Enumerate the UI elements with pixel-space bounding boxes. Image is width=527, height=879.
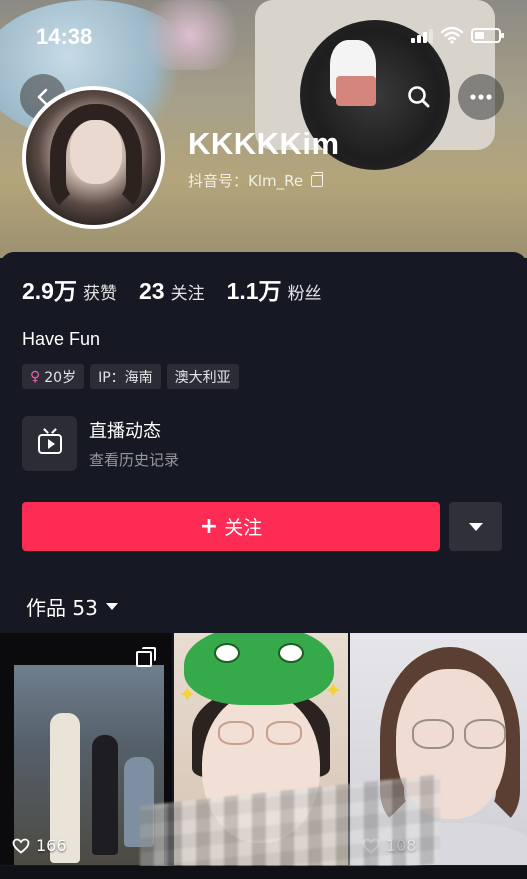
tag-location-text: 澳大利亚 xyxy=(174,369,231,386)
works-label: 作品 53 xyxy=(26,596,98,620)
sparkle-icon: ✦ xyxy=(324,679,343,704)
avatar[interactable] xyxy=(22,86,165,229)
tv-icon xyxy=(37,433,62,454)
caret-down-icon xyxy=(105,603,118,610)
follow-label: 关注 xyxy=(224,517,263,539)
live-subtitle: 查看历史记录 xyxy=(89,451,180,469)
tag-location: 澳大利亚 xyxy=(166,364,239,389)
stat-likes[interactable]: 2.9万 获赞 xyxy=(22,272,117,306)
douyin-id[interactable]: 抖音号：Klm_Re xyxy=(188,170,324,191)
stat-followers-count: 1.1万 xyxy=(226,278,282,304)
douyin-id-text: 抖音号：Klm_Re xyxy=(188,172,304,190)
heart-icon xyxy=(12,838,30,854)
live-title: 直播动态 xyxy=(89,421,161,442)
search-icon xyxy=(408,86,430,108)
sparkle-icon: ✦ xyxy=(178,683,197,708)
stat-following[interactable]: 23 关注 xyxy=(139,278,205,305)
stat-likes-label: 获赞 xyxy=(82,284,117,304)
tag-ip-text: IP：海南 xyxy=(98,369,153,386)
search-button[interactable] xyxy=(396,74,442,120)
stat-followers[interactable]: 1.1万 粉丝 xyxy=(227,272,322,306)
bottom-strip xyxy=(0,866,527,879)
tag-ip: IP：海南 xyxy=(90,364,161,389)
recommend-dropdown-button[interactable] xyxy=(449,502,502,551)
username: KKKKKim xyxy=(188,126,340,161)
video-1-like-count: 166 xyxy=(36,836,67,855)
stat-following-count: 23 xyxy=(138,278,165,304)
background-figurine-base xyxy=(336,76,376,106)
status-time: 14:38 xyxy=(36,24,93,49)
live-history-entry[interactable]: 直播动态 查看历史记录 xyxy=(22,416,179,471)
follow-button[interactable]: + 关注 xyxy=(22,502,440,551)
video-1-likes: 166 xyxy=(12,836,67,855)
live-text: 直播动态 查看历史记录 xyxy=(89,417,179,470)
battery-icon xyxy=(471,27,504,43)
tag-age-text: 20岁 xyxy=(44,369,77,386)
pin-icon xyxy=(136,647,156,667)
profile-tags: ♀ 20岁 IP：海南 澳大利亚 xyxy=(22,364,239,389)
more-button[interactable] xyxy=(458,74,504,120)
frog-hat xyxy=(184,633,334,705)
stat-followers-label: 粉丝 xyxy=(287,284,322,304)
stat-following-label: 关注 xyxy=(170,284,205,304)
live-icon-box xyxy=(22,416,77,471)
profile-stats: 2.9万 获赞 23 关注 1.1万 粉丝 xyxy=(22,272,322,306)
caret-down-icon xyxy=(468,522,483,531)
signal-icon xyxy=(411,27,433,43)
works-tab[interactable]: 作品 53 xyxy=(26,592,118,621)
more-icon xyxy=(470,94,492,100)
female-icon: ♀ xyxy=(30,368,41,385)
status-icons xyxy=(411,26,504,44)
tag-age: ♀ 20岁 xyxy=(22,364,85,389)
profile-bio: Have Fun xyxy=(22,329,101,349)
stat-likes-count: 2.9万 xyxy=(22,278,77,304)
status-bar: 14:38 xyxy=(0,0,527,70)
wifi-icon xyxy=(441,26,463,44)
copy-icon[interactable] xyxy=(311,171,324,187)
plus-icon: + xyxy=(199,514,219,539)
